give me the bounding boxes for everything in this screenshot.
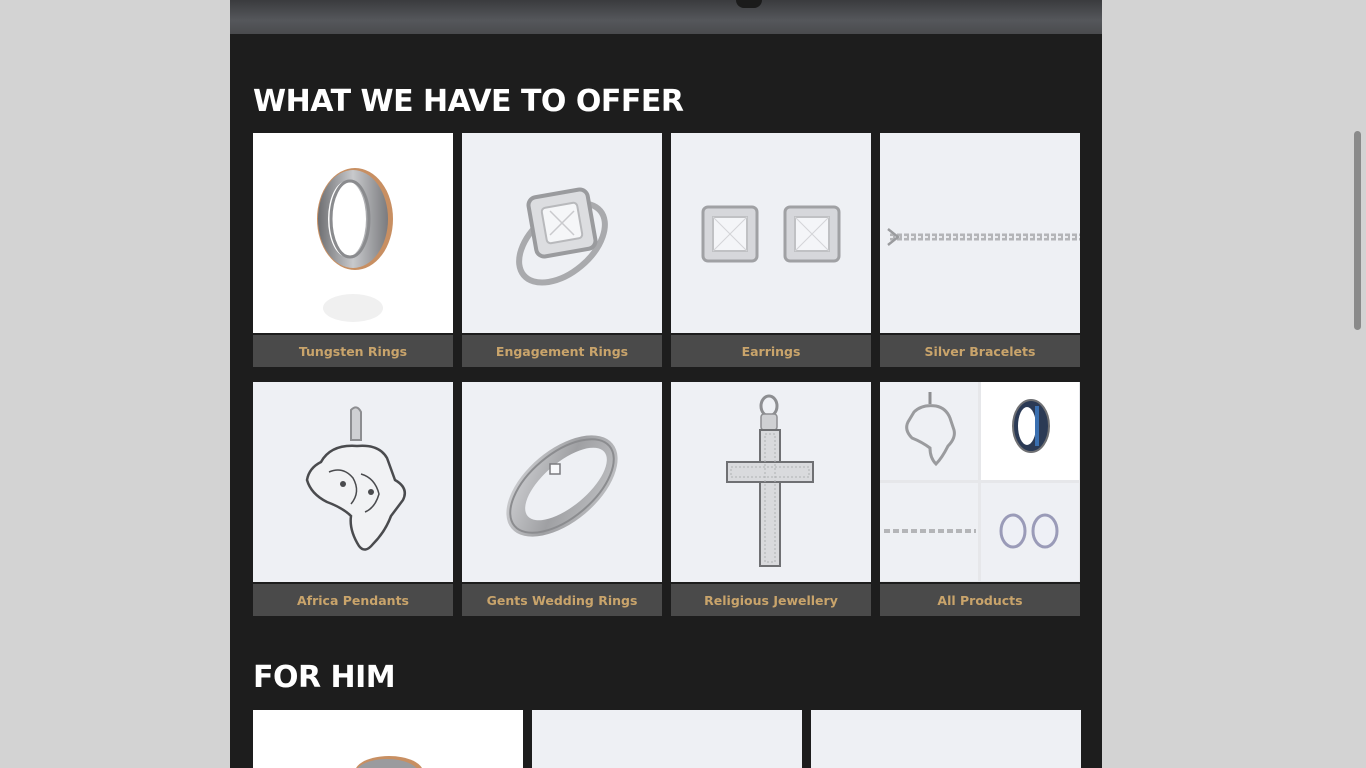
- category-label[interactable]: Religious Jewellery: [671, 584, 871, 616]
- bracelet-image: [880, 133, 1080, 333]
- cross-pendant-image: [671, 382, 871, 582]
- category-card-africa-pendants[interactable]: Africa Pendants: [253, 382, 453, 616]
- for-him-section-title: FOR HIM: [253, 660, 396, 695]
- collage-image: [880, 382, 1080, 582]
- category-card-gents-wedding-rings[interactable]: Gents Wedding Rings: [462, 382, 662, 616]
- hero-banner-detail: [736, 0, 762, 8]
- category-label[interactable]: All Products: [880, 584, 1080, 616]
- category-label[interactable]: Earrings: [671, 335, 871, 367]
- hero-banner: [230, 0, 1102, 34]
- collage-grid: [880, 382, 1080, 582]
- category-card-religious-jewellery[interactable]: Religious Jewellery: [671, 382, 871, 616]
- category-label[interactable]: Silver Bracelets: [880, 335, 1080, 367]
- engagement-ring-image: [462, 133, 662, 333]
- for-him-grid: [253, 710, 1081, 768]
- category-label[interactable]: Gents Wedding Rings: [462, 584, 662, 616]
- gents-ring-image: [462, 382, 662, 582]
- for-him-card[interactable]: [811, 710, 1081, 768]
- category-label[interactable]: Tungsten Rings: [253, 335, 453, 367]
- category-card-all-products[interactable]: All Products: [880, 382, 1080, 616]
- offer-section-title: WHAT WE HAVE TO OFFER: [253, 84, 684, 119]
- offer-grid: Tungsten Rings Engagement Rings Earrings…: [253, 133, 1080, 616]
- category-card-engagement-rings[interactable]: Engagement Rings: [462, 133, 662, 367]
- collage-africa-pendant-image: [880, 382, 978, 480]
- collage-chain-image: [880, 483, 978, 581]
- collage-blue-ring-image: [981, 382, 1079, 480]
- africa-pendant-image: [253, 382, 453, 582]
- collage-earrings-image: [981, 483, 1079, 581]
- page-content: WHAT WE HAVE TO OFFER Tungsten Rings Eng…: [230, 0, 1102, 768]
- category-card-silver-bracelets[interactable]: Silver Bracelets: [880, 133, 1080, 367]
- category-label[interactable]: Engagement Rings: [462, 335, 662, 367]
- for-him-card[interactable]: [253, 710, 523, 768]
- for-him-card[interactable]: [532, 710, 802, 768]
- category-card-earrings[interactable]: Earrings: [671, 133, 871, 367]
- tungsten-ring-image: [253, 133, 453, 333]
- scrollbar-thumb[interactable]: [1354, 131, 1361, 330]
- category-label[interactable]: Africa Pendants: [253, 584, 453, 616]
- earrings-image: [671, 133, 871, 333]
- category-card-tungsten-rings[interactable]: Tungsten Rings: [253, 133, 453, 367]
